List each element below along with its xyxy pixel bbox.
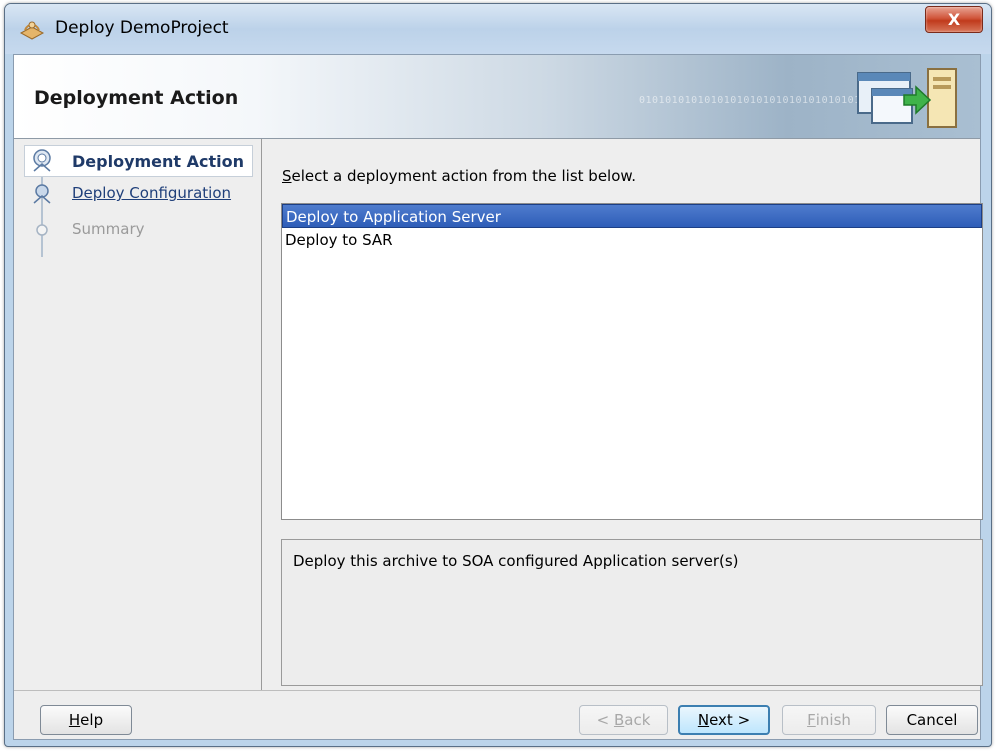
train-link-icon bbox=[33, 184, 51, 204]
next-label: ext > bbox=[709, 711, 751, 729]
title-bar[interactable]: Deploy DemoProject X bbox=[5, 4, 991, 54]
next-mnemonic: N bbox=[697, 711, 710, 729]
back-prefix: < bbox=[596, 711, 614, 729]
header-binary-decoration: 01010101010101010101010101010101010101 bbox=[639, 95, 887, 106]
train-step-label: Deployment Action bbox=[72, 152, 245, 171]
app-icon bbox=[19, 21, 45, 40]
cancel-label: Cancel bbox=[906, 711, 958, 729]
finish-label: inish bbox=[815, 711, 851, 729]
finish-button[interactable]: Finish bbox=[782, 705, 876, 735]
button-bar: Help < Back Next > Finish Cancel bbox=[14, 690, 980, 739]
finish-mnemonic: F bbox=[807, 711, 816, 729]
dialog-client: Deployment Action 0101010101010101010101… bbox=[13, 54, 983, 740]
close-button[interactable]: X bbox=[925, 6, 983, 33]
main-panel: Select a deployment action from the list… bbox=[272, 139, 983, 690]
close-icon: X bbox=[947, 10, 961, 29]
wizard-header: Deployment Action 0101010101010101010101… bbox=[14, 55, 980, 139]
next-button[interactable]: Next > bbox=[678, 705, 770, 735]
back-mnemonic: B bbox=[613, 711, 625, 729]
train-step-label: Summary bbox=[72, 220, 145, 238]
train-step-label: Deploy Configuration bbox=[72, 184, 232, 202]
dialog-window: Deploy DemoProject X Deployment Action 0… bbox=[4, 3, 992, 747]
back-button[interactable]: < Back bbox=[579, 705, 668, 735]
deployment-action-list[interactable]: Deploy to Application Server Deploy to S… bbox=[281, 203, 983, 520]
help-label: elp bbox=[80, 711, 104, 729]
prompt-mnemonic: S bbox=[282, 167, 292, 185]
train-step-deployment-action[interactable]: Deployment Action bbox=[14, 143, 262, 177]
action-description: Deploy this archive to SOA configured Ap… bbox=[293, 552, 739, 570]
action-description-panel: Deploy this archive to SOA configured Ap… bbox=[281, 539, 983, 686]
cancel-button[interactable]: Cancel bbox=[886, 705, 978, 735]
train-disabled-icon bbox=[36, 224, 48, 236]
window-title: Deploy DemoProject bbox=[55, 18, 229, 38]
help-button[interactable]: Help bbox=[40, 705, 132, 735]
prompt-text: elect a deployment action from the list … bbox=[291, 167, 637, 185]
train-step-summary: Summary bbox=[14, 215, 262, 245]
wizard-train: Deployment Action Deploy Configuration S… bbox=[14, 139, 262, 690]
deploy-graphic bbox=[857, 68, 957, 128]
list-item-deploy-to-sar[interactable]: Deploy to SAR bbox=[282, 228, 982, 252]
train-active-icon bbox=[33, 149, 51, 172]
list-item-deploy-to-application-server[interactable]: Deploy to Application Server bbox=[282, 204, 982, 228]
train-step-deploy-configuration[interactable]: Deploy Configuration bbox=[14, 179, 262, 209]
help-mnemonic: H bbox=[68, 711, 81, 729]
instruction-label: Select a deployment action from the list… bbox=[282, 167, 636, 185]
back-label: ack bbox=[624, 711, 651, 729]
page-title: Deployment Action bbox=[34, 87, 239, 109]
